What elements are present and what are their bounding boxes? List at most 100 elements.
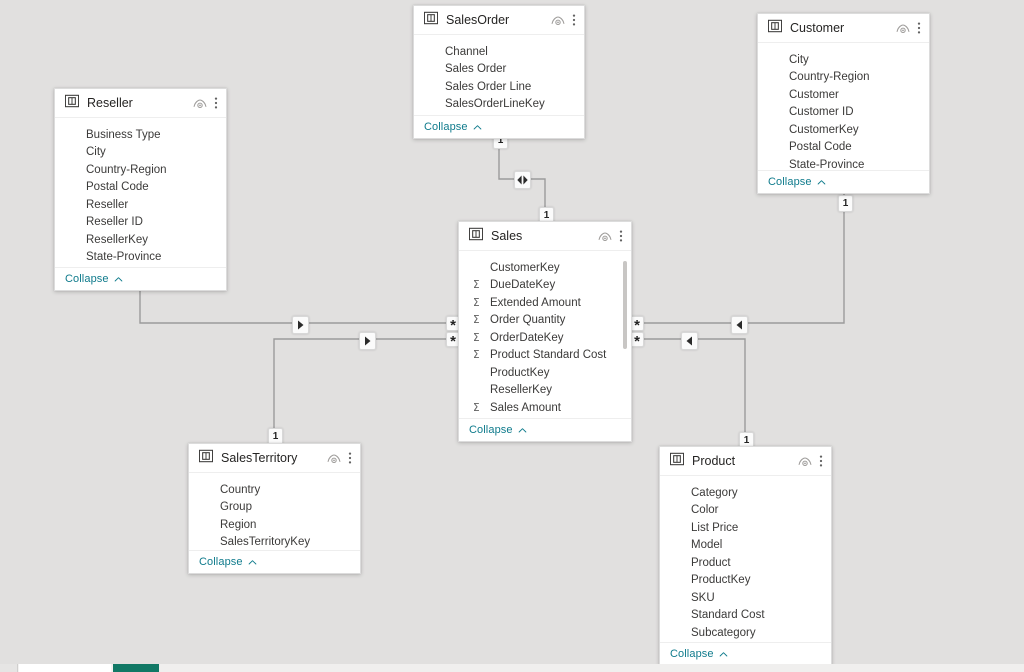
field-row[interactable]: ΣPostal Code xyxy=(55,179,226,197)
field-row[interactable]: ΣSalesTerritoryKey xyxy=(189,534,360,551)
field-row[interactable]: ΣReseller xyxy=(55,196,226,214)
hide-eye-icon[interactable] xyxy=(193,98,207,109)
more-options-ellipsis-icon[interactable] xyxy=(819,454,823,468)
field-row[interactable]: ΣReseller ID xyxy=(55,214,226,232)
relationship-line-product-sales[interactable] xyxy=(638,338,746,446)
field-row[interactable]: ΣCountry xyxy=(189,481,360,499)
table-card-sales[interactable]: SalesΣCustomerKeyΣDueDateKeyΣExtended Am… xyxy=(458,221,632,442)
hide-eye-icon[interactable] xyxy=(598,231,612,242)
field-row[interactable]: ΣSalesOrderLineKey xyxy=(414,96,584,114)
field-name: Group xyxy=(220,501,252,514)
field-row[interactable]: ΣCity xyxy=(55,144,226,162)
table-header-actions xyxy=(327,451,352,465)
field-row[interactable]: Σ DueDateKey xyxy=(459,277,631,295)
field-row[interactable]: Σ OrderDateKey xyxy=(459,329,631,347)
field-row[interactable]: ΣCustomerKey xyxy=(459,259,631,277)
field-row[interactable]: ΣState-Province xyxy=(758,156,929,170)
field-list-scrollbar[interactable] xyxy=(623,261,627,349)
table-header-actions xyxy=(551,13,576,27)
field-row[interactable]: ΣBusiness Type xyxy=(55,126,226,144)
collapse-button-product[interactable]: Collapse xyxy=(660,642,831,665)
field-row[interactable]: Σ Extended Amount xyxy=(459,294,631,312)
field-list-sales: ΣCustomerKeyΣDueDateKeyΣExtended AmountΣ… xyxy=(459,251,631,418)
table-card-customer[interactable]: CustomerΣCityΣCountry-RegionΣCustomerΣCu… xyxy=(757,13,930,194)
more-options-ellipsis-icon[interactable] xyxy=(572,13,576,27)
table-icon xyxy=(198,449,221,468)
field-row[interactable]: ΣModel xyxy=(660,537,831,555)
field-row[interactable]: ΣResellerKey xyxy=(459,382,631,400)
cross-filter-direction-right-icon[interactable] xyxy=(292,316,309,334)
collapse-button-salesterritory[interactable]: Collapse xyxy=(189,550,360,573)
field-name: OrderDateKey xyxy=(490,331,564,344)
table-header-product[interactable]: Product xyxy=(660,447,831,476)
table-header-actions xyxy=(598,229,623,243)
field-row[interactable]: ΣCustomerKey xyxy=(758,121,929,139)
field-row[interactable]: ΣState-Province xyxy=(55,249,226,267)
field-row[interactable]: ΣPostal Code xyxy=(758,139,929,157)
field-row[interactable]: ΣProductKey xyxy=(459,364,631,382)
strip-active-page-tab[interactable] xyxy=(113,664,159,672)
table-header-reseller[interactable]: Reseller xyxy=(55,89,226,118)
table-header-actions xyxy=(896,21,921,35)
more-options-ellipsis-icon[interactable] xyxy=(214,96,218,110)
strip-page-tab[interactable] xyxy=(19,664,111,672)
field-name: SalesOrderLineKey xyxy=(445,98,545,111)
table-header-sales[interactable]: Sales xyxy=(459,222,631,251)
field-name: ProductKey xyxy=(490,366,550,379)
field-row[interactable]: ΣGroup xyxy=(189,499,360,517)
table-card-product[interactable]: ProductΣCategoryΣColorΣList PriceΣModelΣ… xyxy=(659,446,832,666)
field-row[interactable]: ΣSKU xyxy=(660,589,831,607)
cross-filter-direction-left-icon[interactable] xyxy=(681,332,698,350)
field-row[interactable]: ΣCustomer ID xyxy=(758,104,929,122)
field-row[interactable]: ΣCountry-Region xyxy=(55,161,226,179)
cardinality-badge-one[interactable]: 1 xyxy=(838,195,853,212)
hide-eye-icon[interactable] xyxy=(327,453,341,464)
field-row[interactable]: ΣProductKey xyxy=(660,572,831,590)
field-row[interactable]: ΣRegion xyxy=(189,516,360,534)
hide-eye-icon[interactable] xyxy=(551,15,565,26)
field-row[interactable]: ΣSales Order Line xyxy=(414,78,584,96)
field-name: CustomerKey xyxy=(789,123,859,136)
more-options-ellipsis-icon[interactable] xyxy=(917,21,921,35)
field-row[interactable]: ΣResellerKey xyxy=(55,231,226,249)
collapse-button-salesorder[interactable]: Collapse xyxy=(414,115,584,138)
table-header-customer[interactable]: Customer xyxy=(758,14,929,43)
collapse-button-reseller[interactable]: Collapse xyxy=(55,267,226,290)
relationship-line-salesterritory-sales[interactable] xyxy=(273,338,452,443)
more-options-ellipsis-icon[interactable] xyxy=(348,451,352,465)
collapse-button-sales[interactable]: Collapse xyxy=(459,418,631,441)
cardinality-badge-many[interactable]: * xyxy=(630,332,644,349)
field-row[interactable]: Σ Product Standard Cost xyxy=(459,347,631,365)
model-view-canvas[interactable]: 11111**** SalesOrderΣChannelΣSales Order… xyxy=(0,0,1024,672)
field-row[interactable]: ΣSales Order xyxy=(414,61,584,79)
field-name: ResellerKey xyxy=(86,233,148,246)
more-options-ellipsis-icon[interactable] xyxy=(619,229,623,243)
field-row[interactable]: ΣColor xyxy=(660,502,831,520)
table-header-salesorder[interactable]: SalesOrder xyxy=(414,6,584,35)
table-icon xyxy=(64,94,87,113)
table-card-salesorder[interactable]: SalesOrder ΣChannelΣSales OrderΣSales Ord… xyxy=(413,5,585,139)
field-row[interactable]: ΣCustomer xyxy=(758,86,929,104)
table-card-salesterritory[interactable]: SalesTerritory ΣCountryΣGroupΣRegionΣSale… xyxy=(188,443,361,574)
field-row[interactable]: ΣCity xyxy=(758,51,929,69)
cardinality-badge-many[interactable]: * xyxy=(630,316,644,333)
cross-filter-direction-left-icon[interactable] xyxy=(731,316,748,334)
relationship-line-customer-sales[interactable] xyxy=(638,194,845,324)
table-card-reseller[interactable]: Reseller ΣBusiness TypeΣCityΣCountry-Regi… xyxy=(54,88,227,291)
cross-filter-direction-both-icon[interactable] xyxy=(514,171,531,189)
hide-eye-icon[interactable] xyxy=(798,456,812,467)
field-row[interactable]: ΣCountry-Region xyxy=(758,69,929,87)
table-header-actions xyxy=(798,454,823,468)
cross-filter-direction-right-icon[interactable] xyxy=(359,332,376,350)
field-row[interactable]: ΣSubcategory xyxy=(660,624,831,642)
field-row[interactable]: Σ Order Quantity xyxy=(459,312,631,330)
table-header-salesterritory[interactable]: SalesTerritory xyxy=(189,444,360,473)
hide-eye-icon[interactable] xyxy=(896,23,910,34)
field-row[interactable]: ΣList Price xyxy=(660,519,831,537)
collapse-button-customer[interactable]: Collapse xyxy=(758,170,929,193)
field-row[interactable]: ΣProduct xyxy=(660,554,831,572)
field-row[interactable]: ΣChannel xyxy=(414,43,584,61)
field-row[interactable]: ΣStandard Cost xyxy=(660,607,831,625)
field-row[interactable]: ΣCategory xyxy=(660,484,831,502)
field-row[interactable]: Σ Sales Amount xyxy=(459,399,631,417)
